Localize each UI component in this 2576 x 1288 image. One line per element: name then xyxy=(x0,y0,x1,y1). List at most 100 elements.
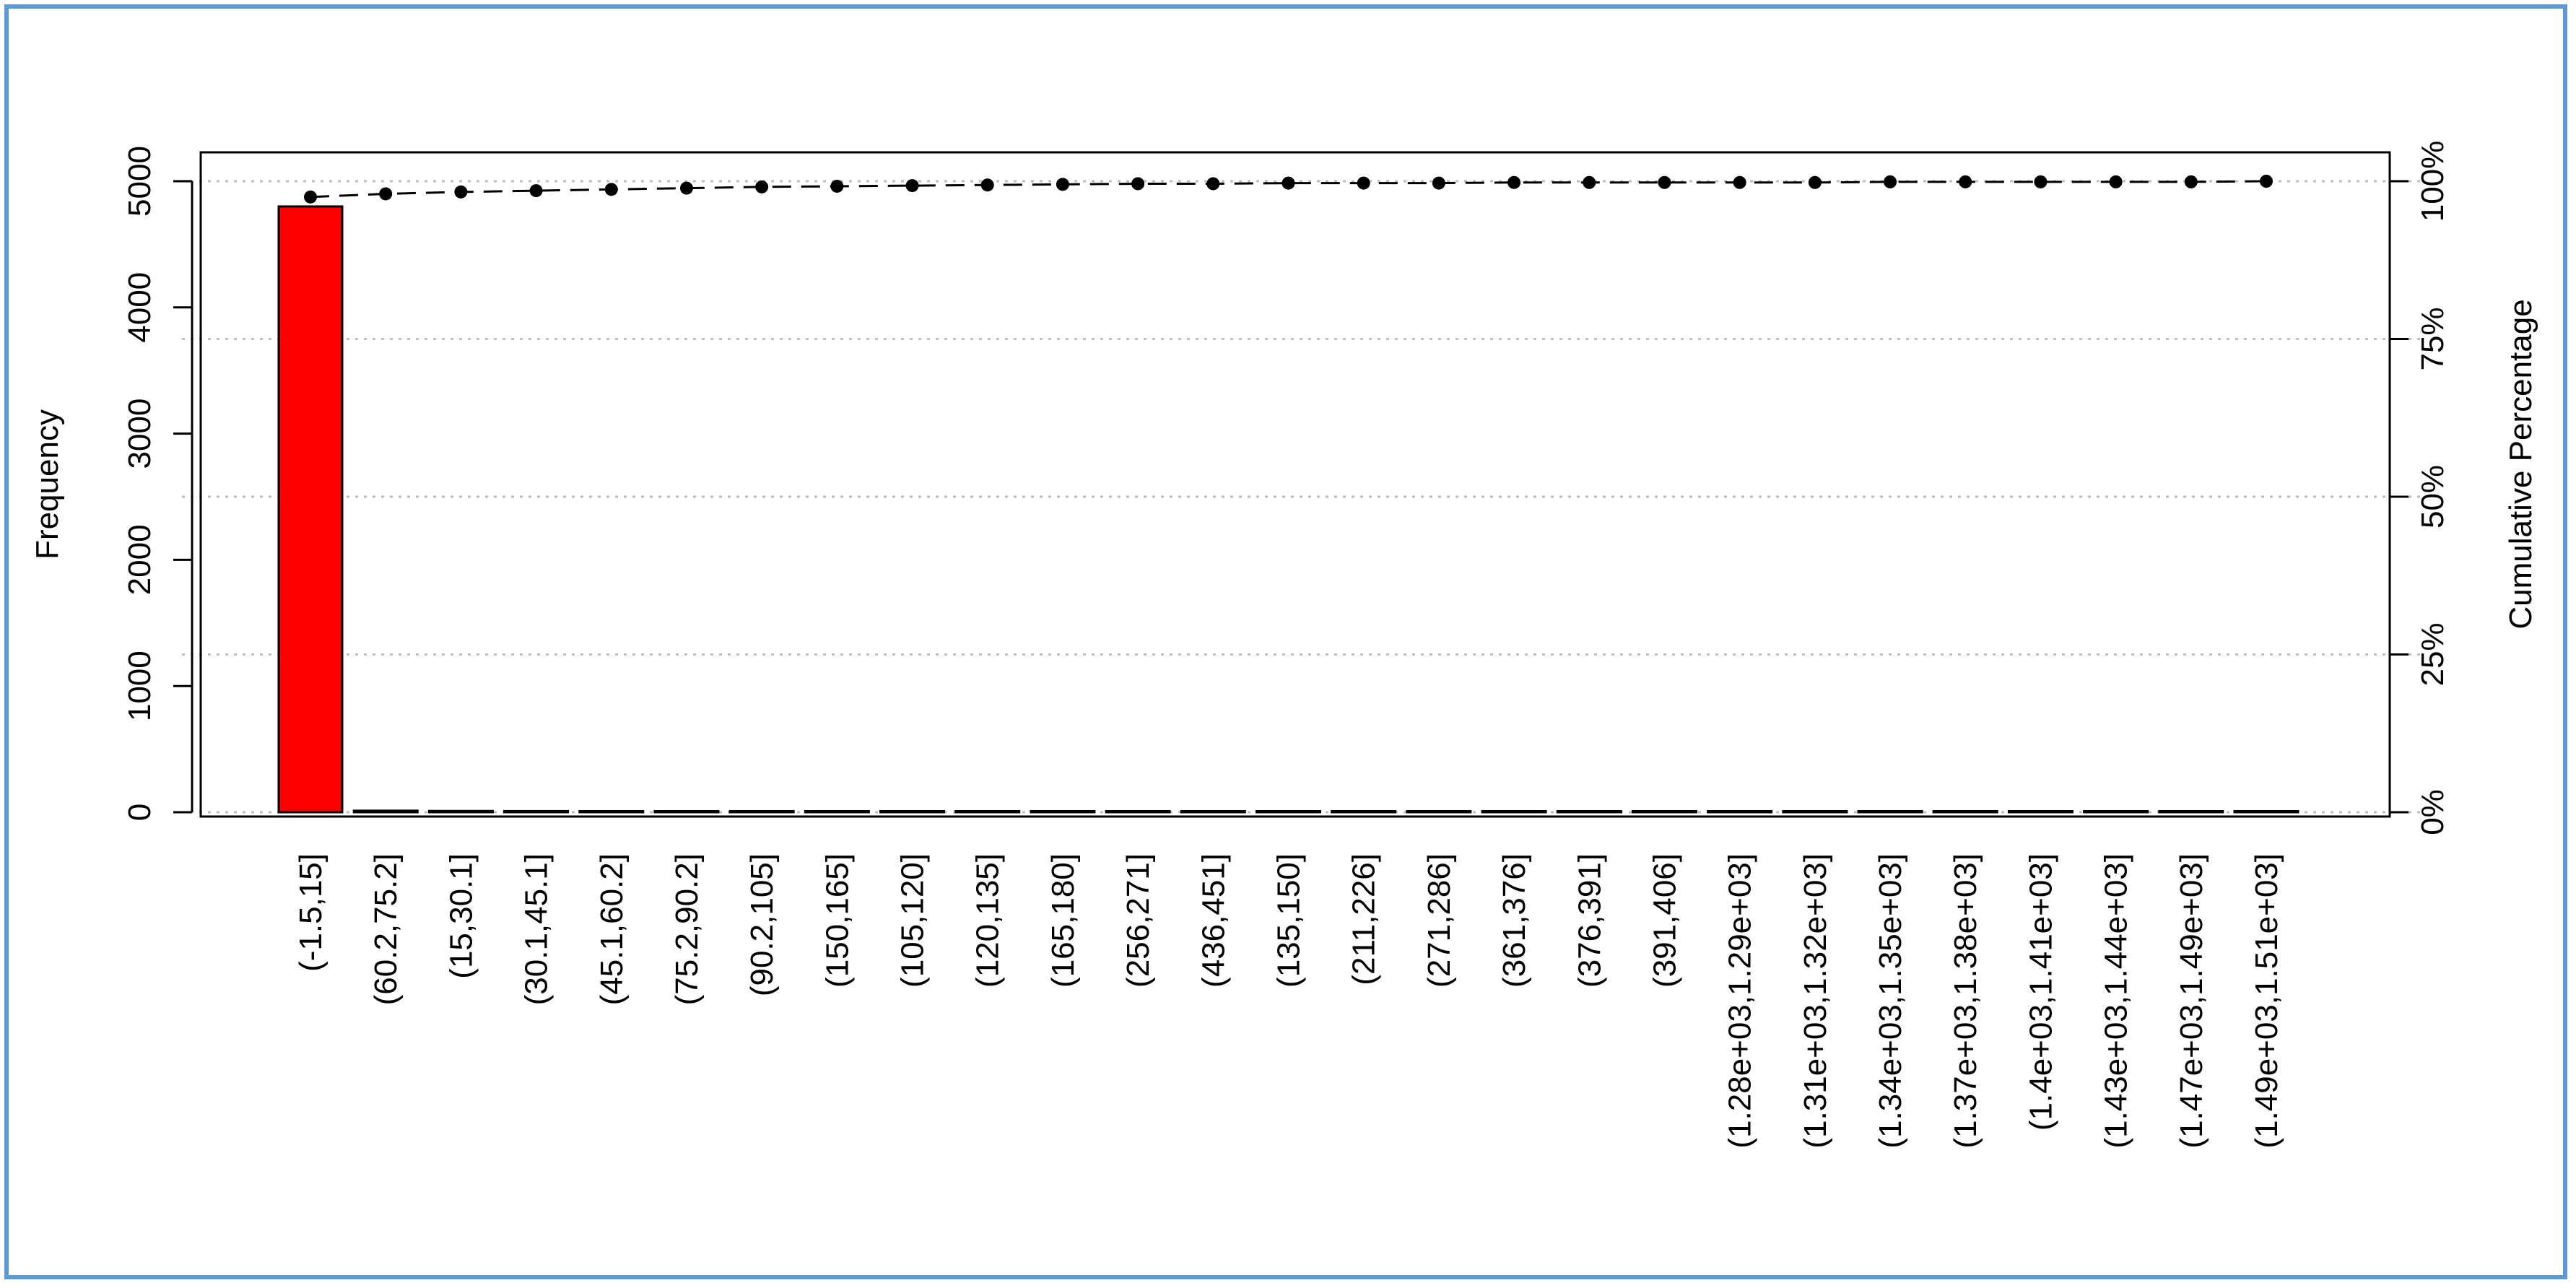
bar xyxy=(1782,810,1848,814)
cumulative-point xyxy=(379,187,393,201)
x-tick-label: (150,165] xyxy=(819,853,855,988)
bar xyxy=(804,810,870,814)
bar xyxy=(1180,810,1246,814)
x-tick-label: (1.4e+03,1.41e+03] xyxy=(2023,853,2058,1131)
bar xyxy=(578,810,645,814)
cumulative-line-layer xyxy=(304,175,2273,204)
cumulative-point xyxy=(2184,175,2198,188)
x-tick-label: (-1.5,15] xyxy=(293,853,328,972)
left-tick-label: 1000 xyxy=(122,650,157,721)
cumulative-point xyxy=(1884,175,1897,188)
bar xyxy=(1331,810,1397,814)
x-tick-label: (135,150] xyxy=(1271,853,1307,988)
bar xyxy=(653,810,720,814)
right-tick-label: 75% xyxy=(2415,307,2450,370)
right-tick-label: 0% xyxy=(2415,789,2450,835)
bar xyxy=(277,205,344,814)
cumulative-point xyxy=(1131,177,1145,191)
left-tick-label: 4000 xyxy=(122,272,157,343)
right-tick-label: 50% xyxy=(2415,465,2450,528)
bar xyxy=(879,810,946,814)
bar xyxy=(1030,810,1096,814)
x-tick-label: (75.2,90.2] xyxy=(669,853,705,1005)
x-tick-label: (391,406] xyxy=(1647,853,1682,988)
x-tick-label: (105,120] xyxy=(895,853,931,988)
bar xyxy=(954,810,1021,814)
cumulative-point xyxy=(2034,175,2048,188)
cumulative-point xyxy=(1507,175,1521,189)
left-tick-label: 2000 xyxy=(122,524,157,595)
x-tick-label: (256,271] xyxy=(1121,853,1156,988)
x-tick-label: (1.28e+03,1.29e+03] xyxy=(1723,853,1758,1149)
cumulative-point xyxy=(1808,175,1822,189)
cumulative-point xyxy=(604,183,618,196)
cumulative-point xyxy=(304,190,317,204)
left-tick-label: 5000 xyxy=(122,146,157,217)
x-tick-label: (1.47e+03,1.49e+03] xyxy=(2174,853,2209,1149)
chart-frame: 0 1000 2000 3000 4000 5000 0% 25% 50% 75% 100% (-… xyxy=(4,4,2567,1279)
bar xyxy=(352,809,419,814)
bar xyxy=(1406,810,1472,814)
plot-area-border xyxy=(199,151,2391,818)
cumulative-point xyxy=(679,181,693,195)
right-tick-label: 100% xyxy=(2415,141,2450,222)
bar xyxy=(427,809,494,814)
x-tick-label: (1.43e+03,1.44e+03] xyxy=(2099,853,2134,1149)
cumulative-point xyxy=(830,179,844,193)
cumulative-point xyxy=(1282,176,1295,190)
x-tick-label: (30.1,45.1] xyxy=(519,853,554,1005)
bar xyxy=(728,810,795,814)
pareto-chart: 0 1000 2000 3000 4000 5000 0% 25% 50% 75% 100% (-… xyxy=(30,141,2538,1149)
x-tick-label: (376,391] xyxy=(1572,853,1607,988)
left-tick-label: 0 xyxy=(122,804,157,821)
x-tick-label: (60.2,75.2] xyxy=(368,853,404,1005)
cumulative-point xyxy=(454,185,468,199)
x-tick-label: (211,226] xyxy=(1346,853,1382,985)
x-tick-label: (120,135] xyxy=(970,853,1006,988)
cumulative-point xyxy=(1206,177,1220,191)
bar xyxy=(2083,810,2149,814)
grid-layer xyxy=(182,180,2420,814)
cumulative-point xyxy=(905,179,919,193)
x-tick-label: (1.31e+03,1.32e+03] xyxy=(1798,853,1833,1149)
x-tick-label: (271,286] xyxy=(1422,853,1457,988)
x-tick-label: (90.2,105] xyxy=(744,853,780,996)
cumulative-point xyxy=(2109,175,2123,188)
bars-layer xyxy=(277,205,2299,814)
y2-axis-title: Cumulative Percentage xyxy=(2503,299,2538,629)
bar xyxy=(1105,810,1171,814)
cumulative-point xyxy=(1583,175,1596,189)
cumulative-point xyxy=(755,180,769,193)
x-tick-label: (45.1,60.2] xyxy=(594,853,630,1005)
left-tick-label: 3000 xyxy=(122,399,157,469)
cumulative-point xyxy=(1432,176,1445,190)
bar xyxy=(1932,810,1998,814)
bar xyxy=(2233,810,2299,814)
x-tick-label: (1.37e+03,1.38e+03] xyxy=(1948,853,1983,1149)
cumulative-point xyxy=(1959,175,1972,188)
bar xyxy=(503,809,570,814)
cumulative-point xyxy=(1056,178,1069,191)
bar xyxy=(1707,810,1773,814)
right-y-axis: 0% 25% 50% 75% 100% xyxy=(2388,141,2450,835)
cumulative-point xyxy=(1658,175,1671,189)
bar xyxy=(1857,810,1923,814)
cumulative-point xyxy=(529,184,543,198)
x-tick-label: (1.34e+03,1.35e+03] xyxy=(1873,853,1908,1149)
x-tick-label: (165,180] xyxy=(1045,853,1081,988)
cumulative-point xyxy=(2260,175,2273,188)
x-tick-label: (1.49e+03,1.51e+03] xyxy=(2249,853,2284,1149)
y-axis-title: Frequency xyxy=(30,409,65,560)
x-tick-label: (436,451] xyxy=(1196,853,1231,988)
x-axis-labels: (-1.5,15] (60.2,75.2] (15,30.1] (30.1,45.1]… xyxy=(293,853,2284,1149)
right-tick-label: 25% xyxy=(2415,622,2450,686)
bar xyxy=(1481,810,1547,814)
bar xyxy=(2007,810,2074,814)
bar xyxy=(1556,810,1622,814)
cumulative-point xyxy=(1357,176,1370,190)
bar xyxy=(1256,810,1321,814)
x-tick-label: (15,30.1] xyxy=(443,853,479,979)
x-tick-label: (361,376] xyxy=(1497,853,1532,988)
cumulative-point xyxy=(1733,175,1746,189)
bar xyxy=(1631,810,1697,814)
